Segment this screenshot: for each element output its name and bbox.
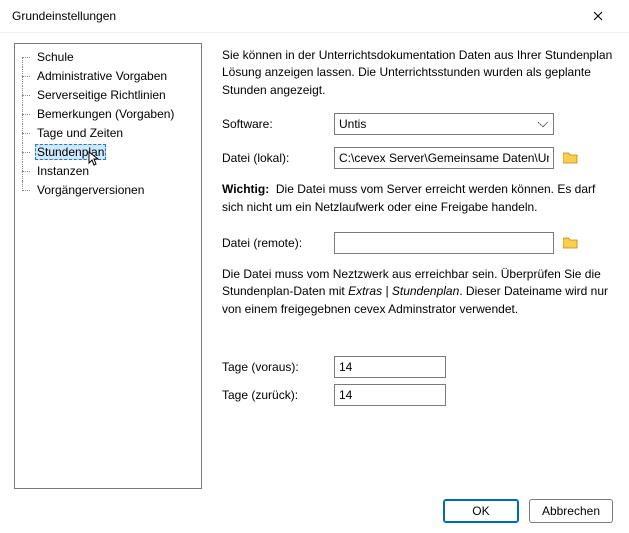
file-remote-input[interactable] <box>334 232 554 254</box>
tree-item-vorgaenger[interactable]: Vorgängerversionen <box>15 181 201 200</box>
label-software: Software: <box>222 117 334 131</box>
row-days-back: Tage (zurück): <box>222 384 615 406</box>
remote-note: Die Datei muss vom Neztzwerk aus erreich… <box>222 266 615 318</box>
label-days-back: Tage (zurück): <box>222 388 334 402</box>
dialog-footer: OK Abbrechen <box>0 489 629 533</box>
row-file-local: Datei (lokal): <box>222 147 615 169</box>
close-button[interactable] <box>575 0 621 32</box>
folder-icon <box>563 237 578 249</box>
tree-item-admin-vorgaben[interactable]: Administrative Vorgaben <box>15 67 201 86</box>
tree-item-schule[interactable]: Schule <box>15 48 201 67</box>
file-local-input[interactable] <box>334 147 554 169</box>
warning-prefix: Wichtig: <box>222 182 269 196</box>
label-days-fwd: Tage (voraus): <box>222 360 334 374</box>
settings-dialog: Grundeinstellungen Schule Administrative… <box>0 0 629 533</box>
tree-item-server-richtlinien[interactable]: Serverseitige Richtlinien <box>15 86 201 105</box>
browse-local-button[interactable] <box>560 148 580 168</box>
titlebar: Grundeinstellungen <box>0 0 629 33</box>
folder-icon <box>563 152 578 164</box>
intro-text: Sie können in der Unterrichtsdokumentati… <box>222 47 615 99</box>
tree-item-tage-zeiten[interactable]: Tage und Zeiten <box>15 124 201 143</box>
days-back-input[interactable] <box>334 384 446 406</box>
local-warning: Wichtig: Die Datei muss vom Server errei… <box>222 181 615 216</box>
software-select[interactable]: Untis <box>334 113 554 135</box>
tree-item-instanzen[interactable]: Instanzen <box>15 162 201 181</box>
browse-remote-button[interactable] <box>560 233 580 253</box>
row-days-fwd: Tage (voraus): <box>222 356 615 378</box>
nav-tree: Schule Administrative Vorgaben Serversei… <box>14 43 202 489</box>
ok-button[interactable]: OK <box>443 499 519 523</box>
label-file-remote: Datei (remote): <box>222 236 334 250</box>
detail-pane: Sie können in der Unterrichtsdokumentati… <box>222 43 615 489</box>
cancel-button[interactable]: Abbrechen <box>529 499 613 523</box>
content-area: Schule Administrative Vorgaben Serversei… <box>0 33 629 489</box>
close-icon <box>593 11 603 21</box>
days-fwd-input[interactable] <box>334 356 446 378</box>
label-file-local: Datei (lokal): <box>222 151 334 165</box>
tree-item-bemerkungen[interactable]: Bemerkungen (Vorgaben) <box>15 105 201 124</box>
row-software: Software: Untis <box>222 113 615 135</box>
window-title: Grundeinstellungen <box>12 9 575 23</box>
tree-item-stundenplan[interactable]: Stundenplan <box>15 143 201 162</box>
row-file-remote: Datei (remote): <box>222 232 615 254</box>
warning-text: Die Datei muss vom Server erreicht werde… <box>222 182 595 213</box>
